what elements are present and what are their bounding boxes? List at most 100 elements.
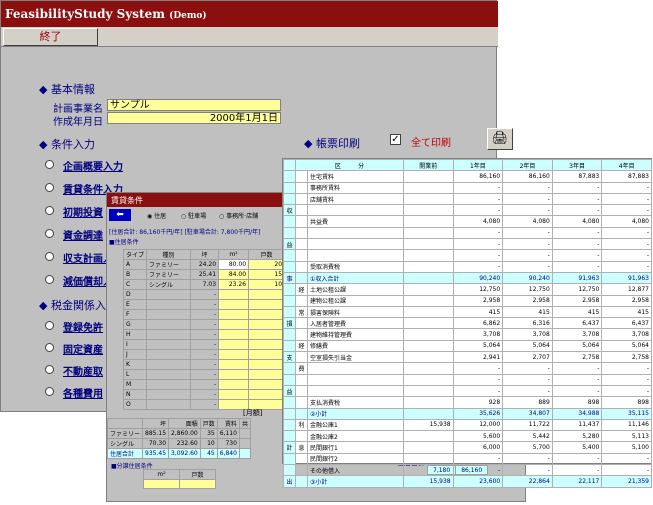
residential-cell[interactable]: 15 <box>248 269 286 280</box>
cashflow-cell: - <box>452 452 504 466</box>
residential-cell[interactable] <box>248 289 286 300</box>
cashflow-row: 建物公租公課 2,958 2,958 2,958 2,958 <box>283 294 652 307</box>
cashflow-cell <box>295 170 308 183</box>
cashflow-cell: 12,750 <box>551 283 603 296</box>
residential-cell[interactable]: 80.00 <box>218 259 250 270</box>
residential-cell[interactable] <box>248 379 286 390</box>
cashflow-cell <box>403 396 454 409</box>
residential-cell[interactable] <box>218 359 250 370</box>
cashflow-cell: - <box>502 384 553 398</box>
cashflow-cell <box>403 441 454 454</box>
cashflow-cell: - <box>452 249 504 262</box>
radio-various-costs[interactable] <box>45 387 54 396</box>
residential-cell[interactable]: 23.26 <box>218 279 250 290</box>
radio-residential[interactable]: ◉ 住居 <box>147 211 166 220</box>
cashflow-cell <box>403 328 454 341</box>
residential-cell: ファミリー <box>146 269 192 280</box>
residential-cell[interactable]: 20 <box>248 259 286 270</box>
cashflow-cell: 共益費 <box>307 215 404 228</box>
link-acquisition-tax[interactable]: 不動産取 <box>63 363 103 378</box>
cashflow-row: 事 ①収入合計 90,240 90,240 91,963 91,963 <box>283 271 652 285</box>
residential-cell: 7.03 <box>190 279 220 290</box>
cashflow-cell <box>403 215 454 228</box>
project-name-field[interactable]: サンプル <box>107 99 281 111</box>
residential-cell[interactable] <box>218 379 250 390</box>
residential-cell[interactable] <box>248 319 286 330</box>
cashflow-cell: - <box>551 249 603 262</box>
link-property-tax[interactable]: 固定資産 <box>63 341 103 356</box>
cashflow-cell: 民間銀行2 <box>307 452 404 466</box>
residential-cell[interactable] <box>218 339 250 350</box>
cashflow-cell: 修繕費 <box>307 339 404 353</box>
radio-registration-tax[interactable] <box>45 321 54 330</box>
cashflow-row: 出 ③小計 15,938 23,600 22,864 22,117 21,359 <box>283 475 652 488</box>
residential-cell[interactable] <box>218 299 250 310</box>
cashflow-cell <box>283 396 296 409</box>
created-date-field[interactable]: 2000年1月1日 <box>107 112 281 124</box>
divided-units-cell[interactable] <box>179 479 216 489</box>
cashflow-cell: 6,316 <box>502 317 553 330</box>
radio-acquisition-tax[interactable] <box>45 365 54 374</box>
residential-col-0: タイプ <box>122 249 148 260</box>
residential-cell[interactable]: 84.00 <box>218 269 250 280</box>
created-date-label: 作成年月日 <box>53 117 103 128</box>
cashflow-cell <box>403 192 454 206</box>
residential-cell[interactable] <box>218 349 250 360</box>
link-various-costs[interactable]: 各種費用 <box>63 385 103 400</box>
residential-cell[interactable] <box>248 369 286 380</box>
residential-cell[interactable] <box>248 299 286 310</box>
cashflow-cell: 4,080 <box>502 215 553 228</box>
residential-cell: - <box>190 309 220 320</box>
app-subtitle: (Demo) <box>169 11 207 21</box>
cashflow-cell: 12,000 <box>452 418 504 432</box>
cashflow-cell: - <box>452 373 504 386</box>
radio-financing[interactable] <box>45 229 54 238</box>
radio-rent-conditions[interactable] <box>45 183 54 192</box>
cashflow-cell <box>403 430 454 443</box>
link-financing[interactable]: 資金調達 <box>63 227 103 242</box>
radio-parking[interactable]: ○ 駐車場 <box>181 211 206 220</box>
back-arrow-button[interactable]: ⬅ <box>109 209 131 221</box>
residential-cell[interactable]: 10 <box>248 279 286 290</box>
radio-income-plan[interactable] <box>45 252 54 261</box>
printer-button[interactable]: 🖨 <box>487 128 513 150</box>
radio-initial-investment[interactable] <box>45 206 54 215</box>
summary-cell: 232.60 <box>168 438 201 449</box>
residential-cell[interactable] <box>218 289 250 300</box>
residential-cell <box>146 309 192 320</box>
cashflow-cell <box>283 407 296 420</box>
radio-property-tax[interactable] <box>45 343 54 352</box>
cashflow-cell <box>307 238 404 251</box>
residential-cell[interactable] <box>218 389 250 400</box>
residential-cell[interactable] <box>248 359 286 370</box>
radio-office-shop[interactable]: ○ 事務所·店舗 <box>219 211 258 220</box>
cashflow-cell <box>403 407 454 420</box>
residential-cell[interactable] <box>218 329 250 340</box>
residential-cell[interactable] <box>218 369 250 380</box>
link-plan-summary[interactable]: 企画概要入力 <box>63 158 123 173</box>
radio-plan-summary[interactable] <box>45 160 54 169</box>
print-all-checkbox[interactable]: ✓ <box>390 134 401 145</box>
residential-cell[interactable] <box>248 329 286 340</box>
residential-cell[interactable] <box>248 339 286 350</box>
residential-cell[interactable] <box>218 309 250 320</box>
residential-cell[interactable] <box>218 319 250 330</box>
radio-depreciation[interactable] <box>45 275 54 284</box>
summary-col-2: 面積 <box>168 418 201 429</box>
divided-area-cell[interactable] <box>143 479 180 489</box>
cashflow-cell: - <box>452 362 504 375</box>
cashflow-cell <box>283 283 296 296</box>
cashflow-cell <box>403 373 454 386</box>
cashflow-cell <box>283 328 296 341</box>
link-initial-investment[interactable]: 初期投資 <box>63 204 103 219</box>
residential-cell: L <box>122 369 148 380</box>
cashflow-cell <box>295 452 308 466</box>
residential-cell[interactable] <box>248 349 286 360</box>
end-button[interactable]: 終了 <box>3 28 98 46</box>
residential-cell[interactable] <box>248 389 286 400</box>
title-bar: FeasibilityStudy System (Demo) <box>1 1 498 27</box>
cashflow-cell: 2,941 <box>452 351 504 364</box>
cashflow-cell: 5,442 <box>502 430 553 443</box>
residential-cell[interactable] <box>248 309 286 320</box>
link-registration-tax[interactable]: 登録免許 <box>63 319 103 334</box>
